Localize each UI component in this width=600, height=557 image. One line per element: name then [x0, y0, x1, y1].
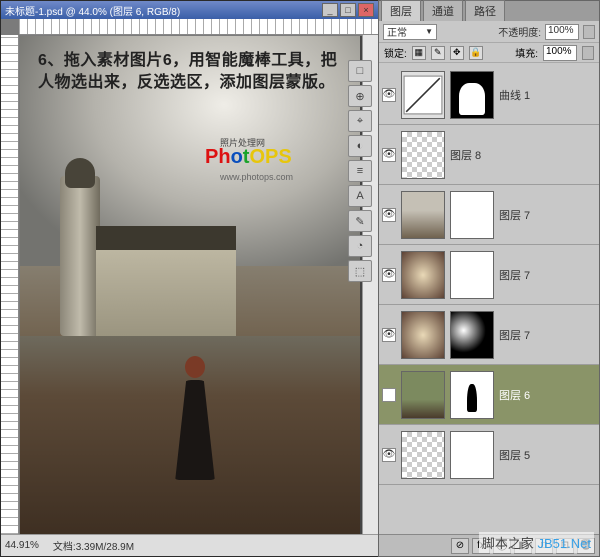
tool-button-1[interactable]: ⊕ — [348, 85, 372, 107]
ruler-vertical[interactable] — [1, 35, 19, 534]
layer-mask-thumbnail[interactable] — [450, 191, 494, 239]
layer-thumbnail[interactable] — [401, 191, 445, 239]
layer-name[interactable]: 图层 6 — [499, 387, 530, 403]
layer-mask-thumbnail[interactable] — [450, 371, 494, 419]
layer-thumbnail[interactable] — [401, 131, 445, 179]
panel-tabs: 图层 通道 路径 — [379, 1, 599, 21]
fill-slider-icon[interactable] — [582, 46, 594, 60]
doc-size: 文档:3.39M/28.9M — [53, 538, 134, 553]
tool-button-6[interactable]: ✎ — [348, 210, 372, 232]
layer-row[interactable]: 👁 图层 7 — [379, 305, 599, 365]
tool-button-3[interactable]: ◐ — [348, 135, 372, 157]
layer-mask-thumbnail[interactable] — [450, 251, 494, 299]
tool-button-2[interactable]: ⌖ — [348, 110, 372, 132]
panel-action-0[interactable]: ⊘ — [451, 538, 469, 554]
opacity-label: 不透明度: — [498, 24, 541, 39]
layers-panel: 图层 通道 路径 正常▼ 不透明度: 100% 锁定: ▦ ✎ ✥ 🔒 填充: … — [378, 0, 600, 557]
layer-name[interactable]: 图层 5 — [499, 447, 530, 463]
tool-button-4[interactable]: ≡ — [348, 160, 372, 182]
status-bar: 44.91% 文档:3.39M/28.9M — [1, 534, 378, 556]
lock-all-icon[interactable]: 🔒 — [469, 46, 483, 60]
watermark: 脚本之家 JB51.Net — [479, 532, 594, 553]
tab-paths[interactable]: 路径 — [465, 0, 505, 21]
tab-channels[interactable]: 通道 — [423, 0, 463, 21]
visibility-eye-icon[interactable]: 👁 — [382, 208, 396, 222]
zoom-readout[interactable]: 44.91% — [5, 540, 39, 551]
layer-thumbnail[interactable] — [401, 251, 445, 299]
layer-name[interactable]: 曲线 1 — [499, 87, 530, 103]
titlebar[interactable]: 未标题-1.psd @ 44.0% (图层 6, RGB/8) _ □ × — [1, 1, 378, 19]
chevron-down-icon: ▼ — [425, 27, 433, 36]
visibility-eye-icon[interactable]: 👁 — [382, 328, 396, 342]
document-window: 未标题-1.psd @ 44.0% (图层 6, RGB/8) _ □ × 6、… — [0, 0, 379, 557]
layer-row[interactable]: 👁 图层 8 — [379, 125, 599, 185]
layer-mask-thumbnail[interactable] — [450, 71, 494, 119]
blend-row: 正常▼ 不透明度: 100% — [379, 21, 599, 43]
lock-transparency-icon[interactable]: ▦ — [412, 46, 426, 60]
layer-name[interactable]: 图层 7 — [499, 267, 530, 283]
tab-layers[interactable]: 图层 — [381, 0, 421, 21]
layer-thumbnail[interactable] — [401, 371, 445, 419]
layer-name[interactable]: 图层 8 — [450, 147, 481, 163]
visibility-eye-icon[interactable]: 👁 — [382, 388, 396, 402]
layer-mask-thumbnail[interactable] — [450, 431, 494, 479]
visibility-eye-icon[interactable]: 👁 — [382, 448, 396, 462]
opacity-slider-icon[interactable] — [583, 25, 595, 39]
fill-label: 填充: — [515, 45, 538, 60]
layer-row[interactable]: 👁 图层 7 — [379, 185, 599, 245]
close-button[interactable]: × — [358, 3, 374, 17]
maximize-button[interactable]: □ — [340, 3, 356, 17]
layer-row[interactable]: 👁 图层 6 — [379, 365, 599, 425]
visibility-eye-icon[interactable]: 👁 — [382, 148, 396, 162]
layer-mask-thumbnail[interactable] — [450, 311, 494, 359]
layer-thumbnail[interactable] — [401, 71, 445, 119]
visibility-eye-icon[interactable]: 👁 — [382, 268, 396, 282]
layer-list[interactable]: 👁 曲线 1 👁 图层 8 👁 图层 7 👁 图层 7 👁 图层 7 👁 图层 6 👁 图层 5 — [379, 65, 599, 534]
blend-mode-select[interactable]: 正常▼ — [383, 24, 437, 40]
layer-row[interactable]: 👁 曲线 1 — [379, 65, 599, 125]
tool-button-8[interactable]: ⬚ — [348, 260, 372, 282]
tool-button-5[interactable]: A — [348, 185, 372, 207]
layer-thumbnail[interactable] — [401, 311, 445, 359]
lock-position-icon[interactable]: ✥ — [450, 46, 464, 60]
minimize-button[interactable]: _ — [322, 3, 338, 17]
tool-button-7[interactable]: ◔ — [348, 235, 372, 257]
layer-thumbnail[interactable] — [401, 431, 445, 479]
artwork: 6、拖入素材图片6，用智能魔棒工具，把人物选出来，反选选区，添加图层蒙版。 照片… — [20, 36, 360, 531]
layer-row[interactable]: 👁 图层 7 — [379, 245, 599, 305]
fill-input[interactable]: 100% — [543, 45, 577, 61]
logo-url: www.photops.com — [220, 172, 293, 182]
photops-logo: PhotOPS — [205, 146, 292, 169]
lock-label: 锁定: — [384, 45, 407, 60]
lock-row: 锁定: ▦ ✎ ✥ 🔒 填充: 100% — [379, 43, 599, 63]
layer-name[interactable]: 图层 7 — [499, 327, 530, 343]
canvas-area[interactable]: 6、拖入素材图片6，用智能魔棒工具，把人物选出来，反选选区，添加图层蒙版。 照片… — [20, 36, 362, 534]
window-title: 未标题-1.psd @ 44.0% (图层 6, RGB/8) — [5, 3, 320, 18]
layer-row[interactable]: 👁 图层 5 — [379, 425, 599, 485]
opacity-input[interactable]: 100% — [545, 24, 579, 40]
tool-button-0[interactable]: □ — [348, 60, 372, 82]
layer-name[interactable]: 图层 7 — [499, 207, 530, 223]
figure-illust — [170, 356, 220, 486]
ruler-horizontal[interactable] — [19, 19, 378, 35]
visibility-eye-icon[interactable]: 👁 — [382, 88, 396, 102]
lock-pixels-icon[interactable]: ✎ — [431, 46, 445, 60]
tutorial-text: 6、拖入素材图片6，用智能魔棒工具，把人物选出来，反选选区，添加图层蒙版。 — [38, 50, 346, 94]
right-tool-strip: □ ⊕ ⌖ ◐ ≡ A ✎ ◔ ⬚ — [348, 60, 374, 282]
